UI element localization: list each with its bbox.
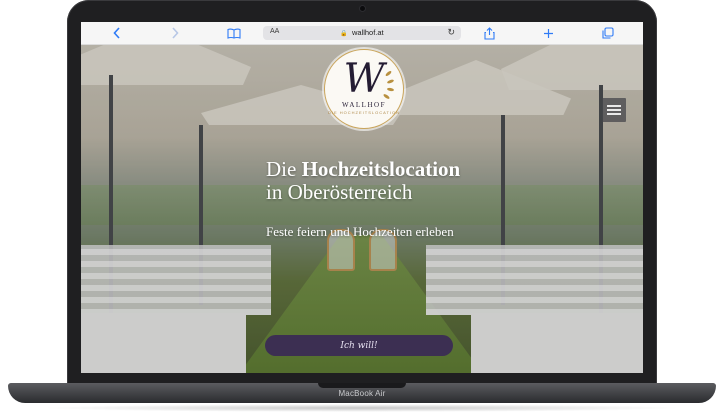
menu-button[interactable] [602, 98, 626, 122]
webpage: W WALLHOF DIE HOCHZEITSLOCATION Die Hoch… [81, 45, 643, 373]
cta-button[interactable]: Ich will! [265, 335, 453, 356]
camera-icon [360, 6, 365, 11]
plus-icon[interactable] [540, 25, 556, 41]
browser-toolbar: AA 🔒 wallhof.at ↻ [81, 22, 643, 45]
device-label: MacBook Air [338, 389, 386, 398]
wallhof-logo[interactable]: W WALLHOF DIE HOCHZEITSLOCATION [324, 49, 404, 129]
hero-title-bold: Hochzeitslocation [301, 157, 461, 181]
logo-subtitle: DIE HOCHZEITSLOCATION [327, 110, 401, 115]
laptop-base: MacBook Air [0, 383, 724, 416]
laptop-screen: AA 🔒 wallhof.at ↻ W WALLHOF DIE HOCHZEIT… [81, 22, 643, 373]
hero-headline: Die Hochzeitslocation in Oberösterreich [266, 158, 586, 204]
base-shadow [40, 404, 684, 412]
book-icon[interactable] [226, 25, 242, 41]
hamburger-icon [607, 109, 621, 111]
lock-icon: 🔒 [340, 31, 348, 37]
hero-tagline: Feste feiern und Hochzeiten erleben [266, 224, 454, 239]
chevron-left-icon[interactable] [109, 25, 125, 41]
url-text: wallhof.at [351, 28, 384, 37]
chevron-right-icon[interactable] [167, 25, 183, 41]
hero-title-prefix: Die [266, 157, 302, 181]
hamburger-icon [607, 105, 621, 107]
address-bar[interactable]: AA 🔒 wallhof.at ↻ [263, 26, 461, 40]
trackpad-notch [318, 383, 406, 388]
reload-icon[interactable]: ↻ [447, 27, 455, 38]
hamburger-icon [607, 113, 621, 115]
tabs-icon[interactable] [600, 25, 616, 41]
hero-title-line2: in Oberösterreich [266, 180, 413, 204]
share-icon[interactable] [481, 25, 497, 41]
logo-wordmark: WALLHOF [342, 101, 386, 109]
